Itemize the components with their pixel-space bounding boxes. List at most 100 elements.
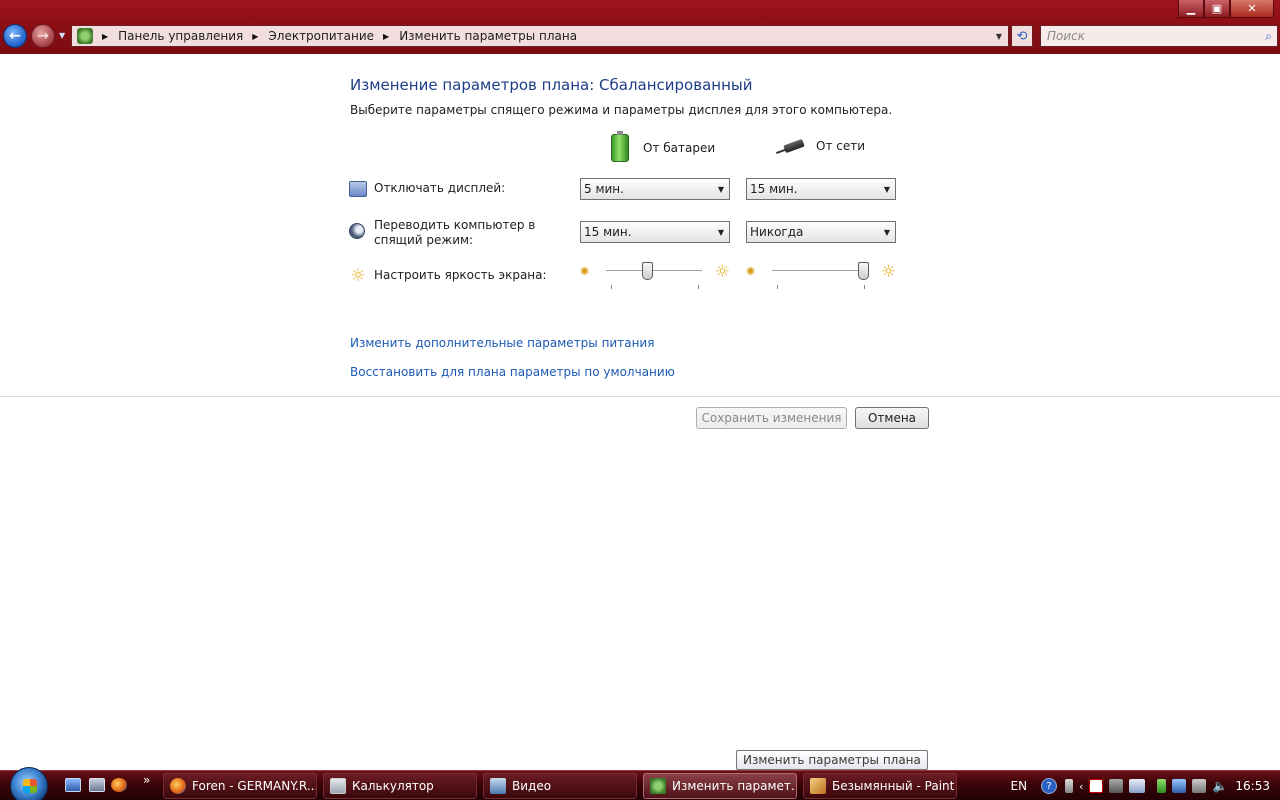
column-header-battery: От батареи	[611, 131, 716, 162]
breadcrumb-control-panel[interactable]: Панель управления ▶	[118, 29, 268, 43]
maximize-button[interactable]: ▣	[1204, 0, 1230, 18]
window-controls: ▁ ▣ ✕	[1178, 0, 1274, 18]
display-off-ac-select[interactable]: 15 мин. ▼	[746, 178, 896, 200]
forward-button[interactable]: →	[31, 24, 55, 48]
power-plug-icon	[776, 136, 810, 156]
video-folder-icon	[490, 778, 506, 794]
search-icon[interactable]: ⌕	[1265, 29, 1272, 44]
chevron-down-icon: ▼	[717, 184, 725, 194]
slider-tick	[698, 285, 699, 289]
refresh-button[interactable]: ⟲	[1011, 25, 1033, 47]
task-label: Изменить парамет...	[672, 779, 797, 793]
slider-track	[606, 270, 702, 272]
mail-icon[interactable]	[1129, 779, 1146, 793]
taskbar-tooltip: Изменить параметры плана	[736, 750, 928, 770]
wireless-icon[interactable]	[1172, 779, 1187, 793]
language-indicator[interactable]: EN	[1010, 779, 1027, 793]
brightness-battery-slider[interactable]: ✺ ☼	[580, 262, 730, 289]
volume-icon[interactable]: 🔈	[1212, 779, 1227, 793]
taskbar-item-paint[interactable]: Безымянный - Paint	[803, 773, 957, 799]
battery-icon	[611, 131, 629, 162]
usb-icon[interactable]	[1192, 779, 1207, 793]
battery-tray-icon[interactable]	[1157, 779, 1167, 793]
forward-arrow-icon: →	[37, 28, 49, 44]
firefox-icon[interactable]	[111, 778, 127, 792]
tray-settings-icon[interactable]	[1065, 779, 1074, 793]
cancel-button[interactable]: Отмена	[855, 407, 929, 429]
help-icon[interactable]: ?	[1041, 778, 1058, 794]
search-box[interactable]: Поиск ⌕	[1040, 25, 1278, 47]
column-ac-label: От сети	[816, 139, 866, 153]
back-arrow-icon: ←	[9, 28, 21, 44]
chevron-right-icon[interactable]: ▶	[383, 32, 389, 41]
slider-track	[772, 270, 868, 272]
save-changes-button[interactable]: Сохранить изменения	[696, 407, 847, 429]
task-label: Foren - GERMANY.R...	[192, 779, 317, 793]
refresh-icon: ⟲	[1016, 28, 1028, 44]
sun-dim-icon: ✺	[580, 265, 590, 278]
brightness-sun-icon: ☼	[350, 266, 366, 286]
sleep-label: Переводить компьютер в спящий режим:	[374, 218, 536, 247]
sleep-icon	[349, 223, 365, 239]
slider-tick	[777, 285, 778, 289]
content-area: Изменение параметров плана: Сбалансирова…	[0, 54, 1280, 770]
task-label: Безымянный - Paint	[832, 779, 955, 793]
slider-thumb[interactable]	[641, 262, 653, 280]
restore-defaults-link[interactable]: Восстановить для плана параметры по умол…	[350, 365, 675, 379]
breadcrumb-edit-plan[interactable]: Изменить параметры плана	[399, 29, 577, 43]
minimize-button[interactable]: ▁	[1178, 0, 1204, 18]
network-icon[interactable]	[1109, 779, 1124, 793]
taskbar-item-power-options[interactable]: Изменить парамет...	[643, 773, 797, 799]
switch-windows-icon[interactable]	[89, 778, 105, 792]
column-header-ac: От сети	[776, 136, 865, 156]
sleep-ac-select[interactable]: Никогда ▼	[746, 221, 896, 243]
close-button[interactable]: ✕	[1230, 0, 1274, 18]
select-value: 15 мин.	[584, 225, 632, 239]
taskbar-item-video[interactable]: Видео	[483, 773, 637, 799]
display-icon	[349, 181, 367, 197]
start-button[interactable]	[10, 767, 48, 800]
quicklaunch-more-icon[interactable]: »	[143, 773, 150, 787]
paint-icon	[810, 778, 826, 794]
search-input[interactable]: Поиск	[1041, 29, 1085, 43]
page-subtitle: Выберите параметры спящего режима и пара…	[350, 103, 893, 117]
address-dropdown-icon[interactable]: ▼	[990, 32, 1008, 41]
recent-pages-dropdown-icon[interactable]: ▼	[59, 31, 65, 40]
brightness-ac-slider[interactable]: ✺ ☼	[746, 262, 896, 289]
chevron-right-icon[interactable]: ▶	[252, 32, 258, 41]
chevron-down-icon: ▼	[717, 227, 725, 237]
chevron-right-icon[interactable]: ▶	[102, 32, 108, 41]
select-value: 15 мин.	[750, 182, 798, 196]
show-desktop-icon[interactable]	[65, 778, 81, 792]
advanced-power-settings-link[interactable]: Изменить дополнительные параметры питани…	[350, 336, 654, 350]
sleep-battery-select[interactable]: 15 мин. ▼	[580, 221, 730, 243]
slider-tick	[864, 285, 865, 289]
divider	[0, 396, 1280, 397]
select-value: 5 мин.	[584, 182, 624, 196]
control-panel-icon	[650, 778, 666, 794]
page-title: Изменение параметров плана: Сбалансирова…	[350, 76, 753, 94]
control-panel-icon	[77, 28, 93, 44]
sun-bright-icon: ☼	[880, 262, 896, 282]
taskbar: » Foren - GERMANY.R... Калькулятор Видео…	[0, 767, 1280, 800]
tray-expand-icon[interactable]: ‹	[1079, 780, 1083, 793]
antivirus-icon[interactable]	[1089, 779, 1104, 793]
address-bar[interactable]: ▶ Панель управления ▶ Электропитание ▶ Изм…	[71, 25, 1009, 47]
select-value: Никогда	[750, 225, 804, 239]
task-label: Видео	[512, 779, 552, 793]
display-off-battery-select[interactable]: 5 мин. ▼	[580, 178, 730, 200]
task-label: Калькулятор	[352, 779, 434, 793]
firefox-icon	[170, 778, 186, 794]
slider-tick	[611, 285, 612, 289]
calculator-icon	[330, 778, 346, 794]
clock[interactable]: 16:53	[1235, 779, 1270, 793]
slider-thumb[interactable]	[857, 262, 869, 280]
system-tray: EN ? ‹ 🔈 16:53	[1010, 771, 1280, 800]
taskbar-item-firefox[interactable]: Foren - GERMANY.R...	[163, 773, 317, 799]
back-button[interactable]: ←	[3, 24, 27, 48]
chevron-down-icon: ▼	[883, 184, 891, 194]
sun-bright-icon: ☼	[714, 262, 730, 282]
breadcrumb-power-options[interactable]: Электропитание ▶	[268, 29, 399, 43]
column-battery-label: От батареи	[643, 141, 716, 155]
taskbar-item-calculator[interactable]: Калькулятор	[323, 773, 477, 799]
